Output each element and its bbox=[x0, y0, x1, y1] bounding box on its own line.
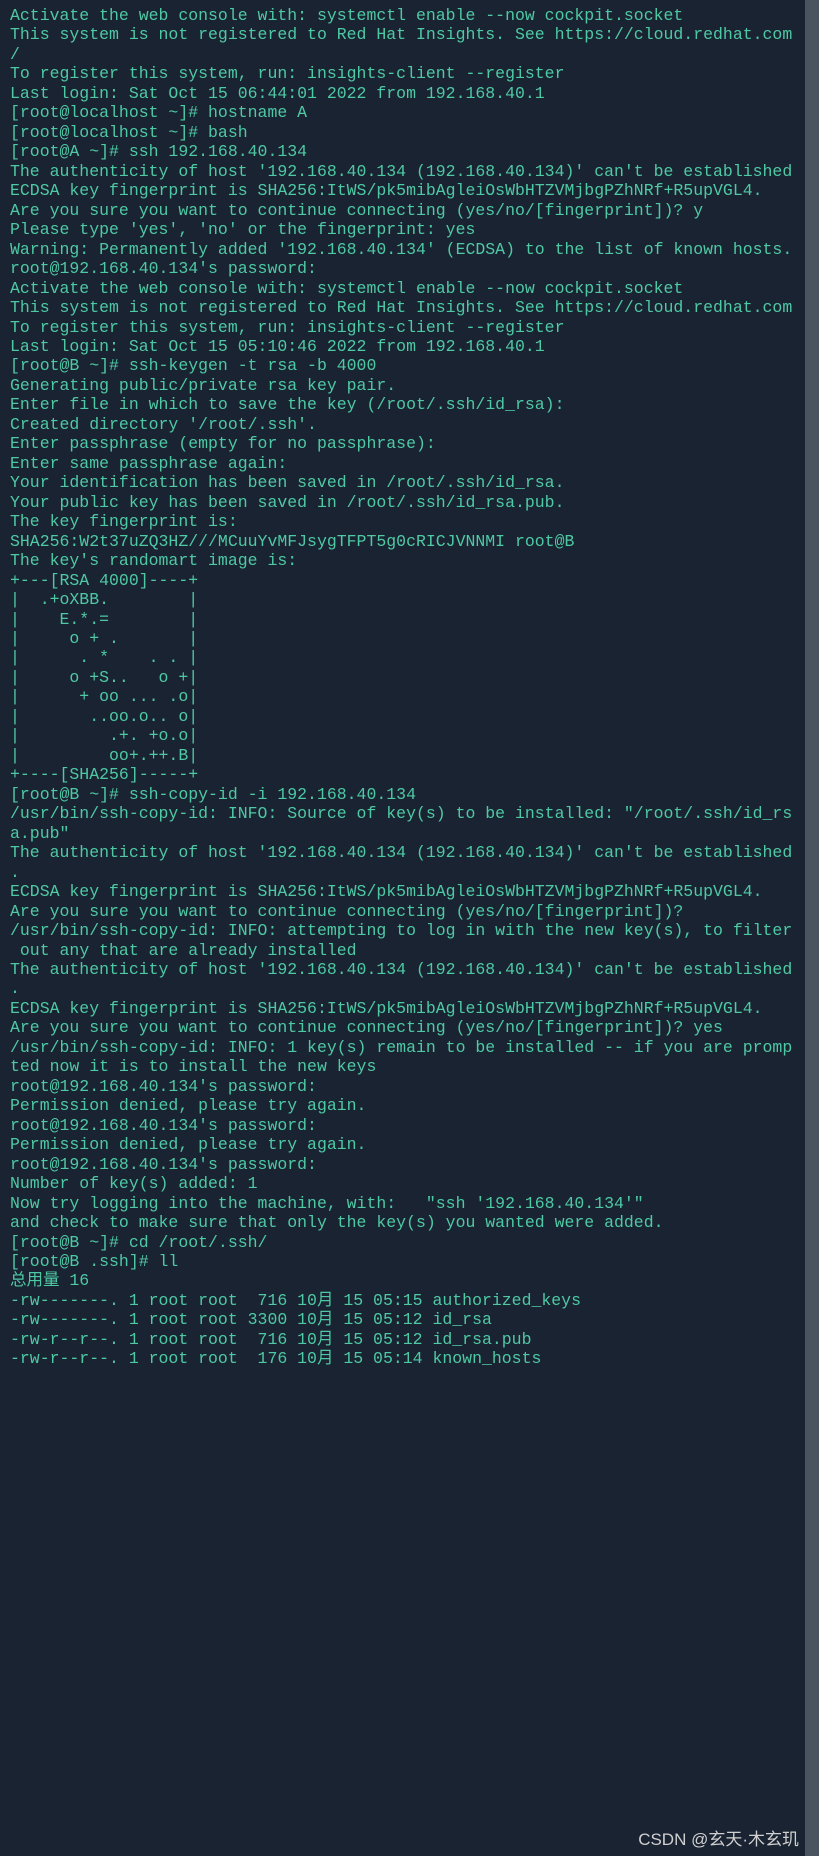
terminal-line: | oo+.++.B| bbox=[10, 746, 809, 765]
terminal-line: The key fingerprint is: bbox=[10, 512, 809, 531]
terminal-line: [root@A ~]# ssh 192.168.40.134 bbox=[10, 142, 809, 161]
terminal-line: Please type 'yes', 'no' or the fingerpri… bbox=[10, 220, 809, 239]
terminal-line: Created directory '/root/.ssh'. bbox=[10, 415, 809, 434]
terminal-line: /usr/bin/ssh-copy-id: INFO: 1 key(s) rem… bbox=[10, 1038, 809, 1057]
terminal-line: Your identification has been saved in /r… bbox=[10, 473, 809, 492]
terminal-line: | o + . | bbox=[10, 629, 809, 648]
terminal-line: a.pub" bbox=[10, 824, 809, 843]
terminal-line: -rw-r--r--. 1 root root 716 10月 15 05:12… bbox=[10, 1330, 809, 1349]
terminal-line: This system is not registered to Red Hat… bbox=[10, 298, 809, 317]
terminal-line: Warning: Permanently added '192.168.40.1… bbox=[10, 240, 809, 259]
terminal-line: . bbox=[10, 863, 809, 882]
terminal-line: -rw-------. 1 root root 3300 10月 15 05:1… bbox=[10, 1310, 809, 1329]
terminal-line: The key's randomart image is: bbox=[10, 551, 809, 570]
terminal-line: | .+oXBB. | bbox=[10, 590, 809, 609]
terminal-line: | E.*.= | bbox=[10, 610, 809, 629]
terminal-line: | . * . . | bbox=[10, 648, 809, 667]
terminal-line: This system is not registered to Red Hat… bbox=[10, 25, 809, 44]
terminal-line: . bbox=[10, 979, 809, 998]
terminal-line: +---[RSA 4000]----+ bbox=[10, 571, 809, 590]
terminal-output[interactable]: Activate the web console with: systemctl… bbox=[10, 6, 809, 1369]
terminal-line: SHA256:W2t37uZQ3HZ///MCuuYvMFJsygTFPT5g0… bbox=[10, 532, 809, 551]
terminal-line: root@192.168.40.134's password: bbox=[10, 1116, 809, 1135]
terminal-line: -rw-------. 1 root root 716 10月 15 05:15… bbox=[10, 1291, 809, 1310]
terminal-line: and check to make sure that only the key… bbox=[10, 1213, 809, 1232]
terminal-line: Enter file in which to save the key (/ro… bbox=[10, 395, 809, 414]
terminal-line: The authenticity of host '192.168.40.134… bbox=[10, 960, 809, 979]
terminal-line: To register this system, run: insights-c… bbox=[10, 318, 809, 337]
terminal-line: Activate the web console with: systemctl… bbox=[10, 279, 809, 298]
terminal-line: 总用量 16 bbox=[10, 1271, 809, 1290]
terminal-line: root@192.168.40.134's password: bbox=[10, 1155, 809, 1174]
terminal-line: To register this system, run: insights-c… bbox=[10, 64, 809, 83]
scrollbar-track[interactable] bbox=[805, 0, 819, 1856]
terminal-line: Last login: Sat Oct 15 06:44:01 2022 fro… bbox=[10, 84, 809, 103]
terminal-line: Generating public/private rsa key pair. bbox=[10, 376, 809, 395]
terminal-line: [root@localhost ~]# bash bbox=[10, 123, 809, 142]
terminal-line: root@192.168.40.134's password: bbox=[10, 1077, 809, 1096]
terminal-line: Your public key has been saved in /root/… bbox=[10, 493, 809, 512]
terminal-line: root@192.168.40.134's password: bbox=[10, 259, 809, 278]
terminal-line: [root@B ~]# cd /root/.ssh/ bbox=[10, 1233, 809, 1252]
terminal-line: | + oo ... .o| bbox=[10, 687, 809, 706]
terminal-line: out any that are already installed bbox=[10, 941, 809, 960]
terminal-line: Enter same passphrase again: bbox=[10, 454, 809, 473]
terminal-line: Number of key(s) added: 1 bbox=[10, 1174, 809, 1193]
terminal-line: Are you sure you want to continue connec… bbox=[10, 1018, 809, 1037]
terminal-line: [root@B ~]# ssh-keygen -t rsa -b 4000 bbox=[10, 356, 809, 375]
terminal-line: The authenticity of host '192.168.40.134… bbox=[10, 162, 809, 181]
terminal-line: Enter passphrase (empty for no passphras… bbox=[10, 434, 809, 453]
terminal-line: ECDSA key fingerprint is SHA256:ItWS/pk5… bbox=[10, 882, 809, 901]
terminal-line: ECDSA key fingerprint is SHA256:ItWS/pk5… bbox=[10, 181, 809, 200]
terminal-line: Now try logging into the machine, with: … bbox=[10, 1194, 809, 1213]
terminal-line: | .+. +o.o| bbox=[10, 726, 809, 745]
terminal-line: /usr/bin/ssh-copy-id: INFO: attempting t… bbox=[10, 921, 809, 940]
terminal-line: The authenticity of host '192.168.40.134… bbox=[10, 843, 809, 862]
terminal-line: [root@B ~]# ssh-copy-id -i 192.168.40.13… bbox=[10, 785, 809, 804]
scrollbar-thumb[interactable] bbox=[805, 0, 819, 1856]
terminal-line: Are you sure you want to continue connec… bbox=[10, 201, 809, 220]
terminal-line: Permission denied, please try again. bbox=[10, 1096, 809, 1115]
terminal-line: / bbox=[10, 45, 809, 64]
terminal-line: Last login: Sat Oct 15 05:10:46 2022 fro… bbox=[10, 337, 809, 356]
terminal-line: ted now it is to install the new keys bbox=[10, 1057, 809, 1076]
terminal-line: Permission denied, please try again. bbox=[10, 1135, 809, 1154]
watermark-text: CSDN @玄天·木玄玑 bbox=[638, 1830, 799, 1850]
terminal-line: [root@localhost ~]# hostname A bbox=[10, 103, 809, 122]
terminal-line: ECDSA key fingerprint is SHA256:ItWS/pk5… bbox=[10, 999, 809, 1018]
terminal-line: -rw-r--r--. 1 root root 176 10月 15 05:14… bbox=[10, 1349, 809, 1368]
terminal-line: Are you sure you want to continue connec… bbox=[10, 902, 809, 921]
terminal-line: /usr/bin/ssh-copy-id: INFO: Source of ke… bbox=[10, 804, 809, 823]
terminal-line: +----[SHA256]-----+ bbox=[10, 765, 809, 784]
terminal-line: | ..oo.o.. o| bbox=[10, 707, 809, 726]
terminal-line: [root@B .ssh]# ll bbox=[10, 1252, 809, 1271]
terminal-line: Activate the web console with: systemctl… bbox=[10, 6, 809, 25]
terminal-line: | o +S.. o +| bbox=[10, 668, 809, 687]
